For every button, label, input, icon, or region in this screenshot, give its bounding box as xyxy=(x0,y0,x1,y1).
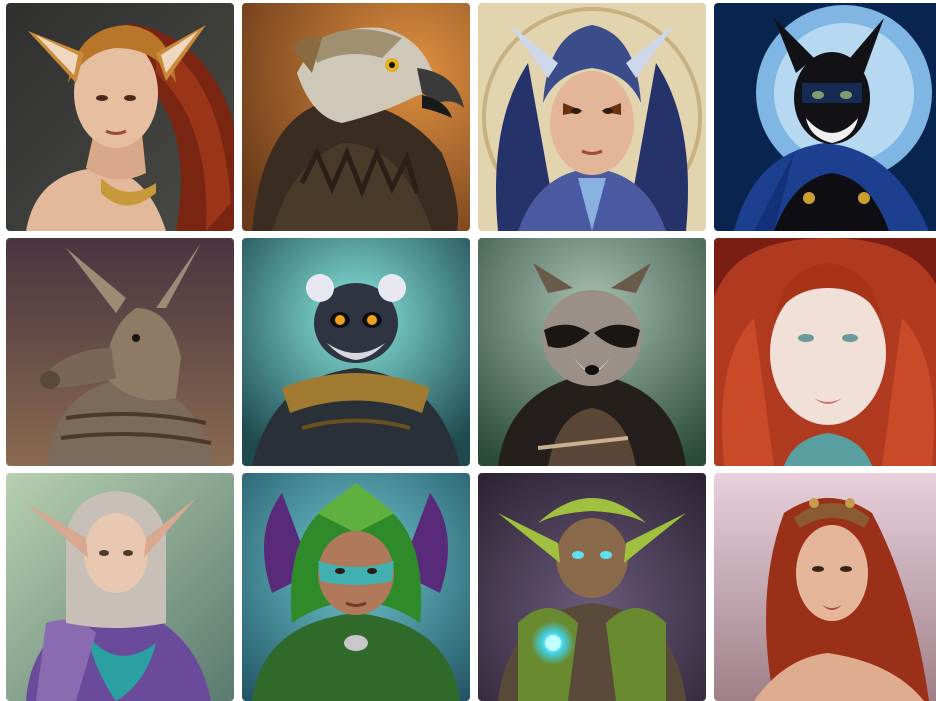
gallery-tile-2[interactable] xyxy=(242,3,470,231)
aardvark-armor-image xyxy=(6,238,234,466)
gallery-tile-1[interactable] xyxy=(6,3,234,231)
eagle-head-image xyxy=(242,3,470,231)
fox-eared-woman-image xyxy=(6,3,234,231)
image-gallery-grid xyxy=(0,0,936,701)
lemur-warrior-image xyxy=(242,238,470,466)
gallery-tile-8[interactable] xyxy=(714,238,936,466)
green-hooded-ranger-image xyxy=(242,473,470,701)
raccoon-cloak-image xyxy=(478,238,706,466)
gallery-tile-12[interactable] xyxy=(714,473,936,701)
gallery-tile-4[interactable] xyxy=(714,3,936,231)
gallery-tile-11[interactable] xyxy=(478,473,706,701)
goblin-druid-image xyxy=(478,473,706,701)
redhead-woman-image xyxy=(714,238,936,466)
gallery-tile-5[interactable] xyxy=(6,238,234,466)
black-cat-hero-image xyxy=(714,3,936,231)
gallery-tile-6[interactable] xyxy=(242,238,470,466)
gallery-tile-9[interactable] xyxy=(6,473,234,701)
crowned-redhead-woman-image xyxy=(714,473,936,701)
gallery-tile-10[interactable] xyxy=(242,473,470,701)
elf-mage-image xyxy=(6,473,234,701)
gallery-tile-7[interactable] xyxy=(478,238,706,466)
horned-helmet-woman-image xyxy=(478,3,706,231)
gallery-tile-3[interactable] xyxy=(478,3,706,231)
